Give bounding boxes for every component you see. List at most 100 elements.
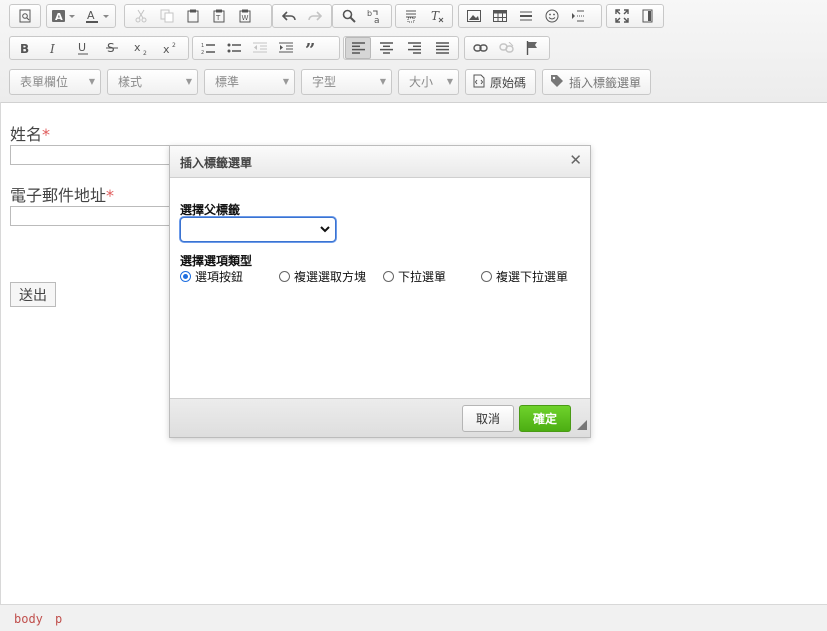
parent-tag-select[interactable] bbox=[180, 217, 336, 242]
table-icon[interactable] bbox=[487, 5, 513, 27]
cut-icon[interactable] bbox=[128, 5, 154, 27]
preview-icon[interactable] bbox=[12, 5, 38, 27]
radio-option-multi-dropdown[interactable]: 複選下拉選單 bbox=[481, 268, 568, 285]
copy-icon[interactable] bbox=[154, 5, 180, 27]
indent-icon[interactable] bbox=[273, 37, 299, 59]
svg-text:B: B bbox=[20, 42, 29, 54]
align-center-icon[interactable] bbox=[373, 37, 399, 59]
outdent-icon[interactable] bbox=[247, 37, 273, 59]
remove-format-icon[interactable]: T bbox=[424, 5, 450, 27]
radio-option-label: 選項按鈕 bbox=[195, 270, 244, 284]
toolbar-group-align bbox=[343, 36, 459, 60]
bulleted-list-icon[interactable] bbox=[221, 37, 247, 59]
dropdown-arrow-icon: ▼ bbox=[185, 77, 192, 86]
size-combo[interactable]: 大小 ▼ bbox=[398, 69, 459, 95]
underline-icon[interactable]: U bbox=[70, 37, 96, 59]
insert-tag-menu-dialog: 插入標籤選單 ✕ 選擇父標籤 選擇選項類型 選項按鈕 複選選取方塊 下拉選單 複… bbox=[169, 145, 591, 438]
numbered-list-icon[interactable]: 12 bbox=[195, 37, 221, 59]
radio-unselected-icon[interactable] bbox=[481, 271, 492, 282]
font-combo-label: 字型 bbox=[312, 75, 337, 89]
source-button[interactable]: 原始碼 bbox=[465, 69, 536, 95]
svg-text:2: 2 bbox=[172, 42, 176, 49]
dialog-title: 插入標籤選單 bbox=[180, 156, 253, 170]
redo-icon[interactable] bbox=[302, 5, 328, 27]
cancel-button[interactable]: 取消 bbox=[462, 405, 514, 432]
select-all-icon[interactable] bbox=[398, 5, 424, 27]
toolbar-group-links bbox=[464, 36, 550, 60]
subscript-icon[interactable]: x2 bbox=[128, 37, 154, 59]
image-icon[interactable] bbox=[461, 5, 487, 27]
radio-option-checkbox[interactable]: 複選選取方塊 bbox=[279, 268, 366, 285]
dropdown-arrow-icon: ▼ bbox=[446, 77, 453, 86]
radio-unselected-icon[interactable] bbox=[279, 271, 290, 282]
svg-text:x: x bbox=[163, 43, 170, 55]
editor-toolbar: A A T W ba T B I U S x 2 x 2 1 2 ” 表單欄位 … bbox=[0, 0, 827, 103]
horizontal-line-icon[interactable] bbox=[513, 5, 539, 27]
toolbar-group-clipboard: T W bbox=[124, 4, 272, 28]
radio-option-label: 複選選取方塊 bbox=[294, 270, 367, 284]
radio-selected-icon[interactable] bbox=[180, 271, 191, 282]
blockquote-icon[interactable]: ” bbox=[299, 37, 325, 59]
svg-text:2: 2 bbox=[143, 50, 147, 55]
maximize-icon[interactable] bbox=[609, 5, 635, 27]
source-button-label: 原始碼 bbox=[490, 75, 527, 90]
svg-text:2: 2 bbox=[201, 50, 204, 54]
svg-text:A: A bbox=[87, 9, 95, 22]
name-label: 姓名* bbox=[10, 121, 50, 145]
radio-option-label: 下拉選單 bbox=[398, 270, 447, 284]
anchor-flag-icon[interactable] bbox=[519, 37, 545, 59]
insert-tag-menu-button[interactable]: 插入標籤選單 bbox=[542, 69, 651, 95]
toolbar-group-select: T bbox=[395, 4, 453, 28]
submit-button[interactable]: 送出 bbox=[10, 282, 56, 307]
toolbar-group-paragraph: 12 ” bbox=[192, 36, 340, 60]
radio-option-radio-button[interactable]: 選項按鈕 bbox=[180, 268, 243, 285]
tag-icon bbox=[550, 74, 564, 91]
paste-icon[interactable] bbox=[180, 5, 206, 27]
background-color-icon[interactable]: A bbox=[47, 5, 81, 27]
strikethrough-icon[interactable]: S bbox=[99, 37, 125, 59]
close-icon[interactable]: ✕ bbox=[569, 151, 582, 169]
required-mark: * bbox=[42, 125, 51, 144]
form-field-combo[interactable]: 表單欄位 ▼ bbox=[9, 69, 101, 95]
unlink-icon[interactable] bbox=[493, 37, 519, 59]
svg-text:A: A bbox=[55, 12, 63, 23]
style-combo[interactable]: 樣式 ▼ bbox=[107, 69, 198, 95]
show-blocks-icon[interactable] bbox=[635, 5, 661, 27]
resize-handle-icon[interactable] bbox=[577, 419, 587, 434]
svg-text:b: b bbox=[367, 9, 372, 18]
radio-option-dropdown[interactable]: 下拉選單 bbox=[383, 268, 446, 285]
path-item-body[interactable]: body bbox=[14, 612, 43, 626]
replace-icon[interactable]: ba bbox=[362, 5, 388, 27]
font-combo[interactable]: 字型 ▼ bbox=[301, 69, 392, 95]
toolbar-group-view bbox=[606, 4, 664, 28]
svg-text:”: ” bbox=[305, 42, 315, 54]
toolbar-group-colors: A A bbox=[46, 4, 116, 28]
italic-icon[interactable]: I bbox=[41, 37, 67, 59]
source-code-icon bbox=[473, 74, 485, 91]
page-break-icon[interactable] bbox=[565, 5, 591, 27]
toolbar-group-preview bbox=[9, 4, 41, 28]
path-item-p[interactable]: p bbox=[55, 612, 62, 626]
dialog-header[interactable]: 插入標籤選單 ✕ bbox=[170, 146, 590, 178]
justify-icon[interactable] bbox=[429, 37, 455, 59]
svg-text:a: a bbox=[374, 16, 380, 24]
superscript-icon[interactable]: x2 bbox=[157, 37, 183, 59]
paste-word-icon[interactable]: W bbox=[232, 5, 258, 27]
radio-unselected-icon[interactable] bbox=[383, 271, 394, 282]
link-icon[interactable] bbox=[467, 37, 493, 59]
align-left-icon[interactable] bbox=[345, 37, 371, 59]
align-right-icon[interactable] bbox=[401, 37, 427, 59]
find-icon[interactable] bbox=[336, 5, 362, 27]
ok-button[interactable]: 確定 bbox=[519, 405, 571, 432]
format-combo[interactable]: 標準 ▼ bbox=[204, 69, 295, 95]
svg-text:1: 1 bbox=[201, 43, 204, 49]
smiley-icon[interactable] bbox=[539, 5, 565, 27]
element-path-bar: body p bbox=[0, 604, 827, 631]
size-combo-label: 大小 bbox=[409, 75, 434, 89]
paste-text-icon[interactable]: T bbox=[206, 5, 232, 27]
undo-icon[interactable] bbox=[276, 5, 302, 27]
bold-icon[interactable]: B bbox=[12, 37, 38, 59]
style-combo-label: 樣式 bbox=[118, 75, 143, 89]
text-color-icon[interactable]: A bbox=[81, 5, 115, 27]
format-combo-label: 標準 bbox=[215, 75, 240, 89]
